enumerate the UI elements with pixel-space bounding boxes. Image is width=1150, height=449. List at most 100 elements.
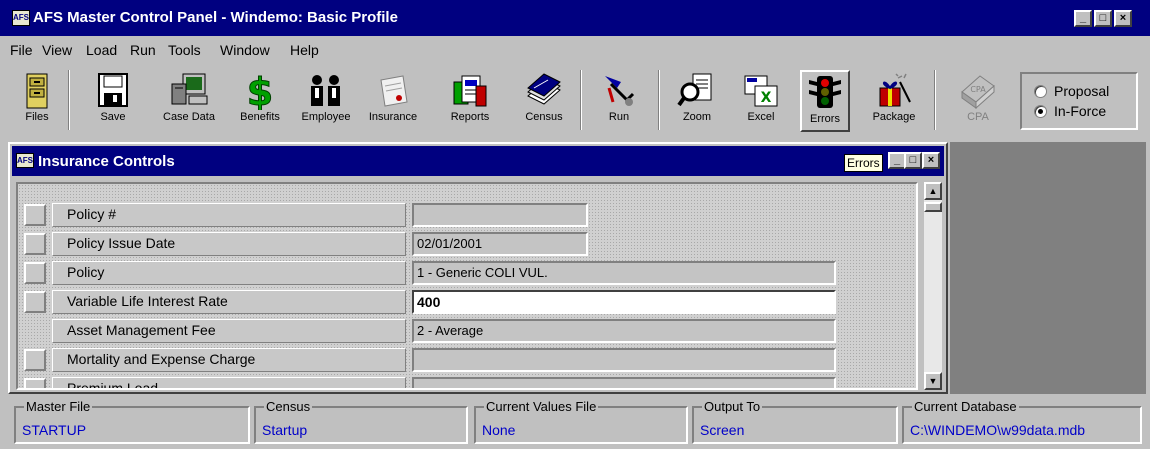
zoom-magnifier-icon bbox=[677, 73, 712, 107]
zoom-button[interactable]: Zoom bbox=[672, 70, 722, 132]
premium-load-field[interactable] bbox=[412, 377, 836, 388]
toolbar-separator bbox=[580, 70, 582, 130]
status-current-database: Current Database C:\WINDEMO\w99data.mdb bbox=[902, 399, 1142, 444]
policy-number-field[interactable] bbox=[412, 203, 588, 227]
row-selector[interactable] bbox=[24, 233, 46, 255]
grid-row: Asset Management Fee 2 - Average bbox=[18, 316, 916, 345]
row-label: Premium Load bbox=[52, 377, 406, 388]
census-cards-icon bbox=[527, 73, 561, 105]
cpa-label: CPA bbox=[967, 111, 989, 123]
insurance-controls-window: AFS Insurance Controls Errors _ □ × Poli… bbox=[8, 142, 948, 394]
status-census: Census Startup bbox=[254, 399, 468, 444]
dollar-sign-icon: $ bbox=[246, 72, 273, 110]
run-label: Run bbox=[608, 111, 630, 123]
employee-button[interactable]: Employee bbox=[294, 70, 358, 132]
toolbar-separator bbox=[68, 70, 70, 130]
reports-stack-icon bbox=[453, 75, 487, 107]
child-app-logo-icon[interactable]: AFS bbox=[16, 153, 34, 168]
policy-issue-date-field[interactable]: 02/01/2001 bbox=[412, 232, 588, 256]
grid-row: Variable Life Interest Rate 400 bbox=[18, 287, 916, 316]
row-label: Mortality and Expense Charge bbox=[52, 348, 406, 372]
case-data-button[interactable]: Case Data bbox=[154, 70, 224, 132]
menu-run[interactable]: Run bbox=[130, 42, 156, 58]
errors-label: Errors bbox=[810, 113, 840, 125]
in-force-radio-circle[interactable] bbox=[1034, 105, 1047, 118]
policy-field[interactable]: 1 - Generic COLI VUL. bbox=[412, 261, 836, 285]
child-maximize-button[interactable]: □ bbox=[904, 152, 922, 169]
policy-mode-group: Proposal In-Force bbox=[1020, 72, 1138, 130]
run-icon bbox=[605, 76, 635, 106]
status-caption: Master File bbox=[24, 399, 93, 414]
row-selector[interactable] bbox=[24, 204, 46, 226]
files-label: Files bbox=[25, 111, 49, 123]
row-label: Variable Life Interest Rate bbox=[52, 290, 406, 314]
mortality-expense-charge-field[interactable] bbox=[412, 348, 836, 372]
menu-load[interactable]: Load bbox=[86, 42, 117, 58]
proposal-radio-circle[interactable] bbox=[1034, 85, 1047, 98]
app-logo-icon[interactable]: AFS bbox=[12, 10, 30, 26]
package-gift-icon bbox=[879, 73, 911, 107]
window-title: AFS Master Control Panel - Windemo: Basi… bbox=[33, 9, 398, 26]
variable-life-interest-rate-input[interactable]: 400 bbox=[412, 290, 836, 314]
run-button[interactable]: Run bbox=[594, 70, 644, 132]
status-master-file: Master File STARTUP bbox=[14, 399, 250, 444]
insurance-document-icon bbox=[380, 75, 408, 107]
vertical-scrollbar[interactable]: ▲ ▼ bbox=[924, 182, 942, 390]
status-value: Screen bbox=[700, 422, 745, 438]
save-button[interactable]: Save bbox=[88, 70, 138, 132]
row-selector[interactable] bbox=[24, 378, 46, 388]
row-selector[interactable] bbox=[24, 291, 46, 313]
row-label: Policy # bbox=[52, 203, 406, 227]
excel-button[interactable]: X Excel bbox=[736, 70, 786, 132]
status-current-values-file: Current Values File None bbox=[474, 399, 688, 444]
status-output-to: Output To Screen bbox=[692, 399, 898, 444]
menu-tools[interactable]: Tools bbox=[168, 42, 201, 58]
menu-help[interactable]: Help bbox=[290, 42, 319, 58]
scroll-down-arrow-icon[interactable]: ▼ bbox=[924, 372, 942, 390]
census-button[interactable]: Census bbox=[516, 70, 572, 132]
employee-label: Employee bbox=[301, 111, 351, 123]
people-icon bbox=[311, 75, 340, 106]
maximize-button[interactable]: □ bbox=[1094, 10, 1112, 27]
excel-icon: X bbox=[744, 75, 778, 107]
insurance-label: Insurance bbox=[368, 111, 418, 123]
proposal-radio-label: Proposal bbox=[1054, 83, 1110, 99]
census-label: Census bbox=[525, 111, 563, 123]
files-button[interactable]: Files bbox=[12, 70, 62, 132]
insurance-button[interactable]: Insurance bbox=[360, 70, 426, 132]
package-button[interactable]: Package bbox=[864, 70, 924, 132]
insurance-controls-grid: Policy # Policy Issue Date 02/01/2001 Po… bbox=[16, 182, 918, 390]
row-selector[interactable] bbox=[24, 262, 46, 284]
proposal-radio[interactable]: Proposal bbox=[1034, 82, 1134, 102]
row-label: Asset Management Fee bbox=[52, 319, 406, 343]
grid-row: Policy Issue Date 02/01/2001 bbox=[18, 229, 916, 258]
toolbar-separator bbox=[934, 70, 936, 130]
cpa-button[interactable]: CPA CPA bbox=[950, 70, 1006, 132]
errors-button[interactable]: Errors bbox=[800, 70, 850, 132]
toolbar-separator bbox=[658, 70, 660, 130]
svg-text:$: $ bbox=[247, 72, 273, 110]
status-bar: Master File STARTUP Census Startup Curre… bbox=[0, 396, 1150, 449]
status-value: None bbox=[482, 422, 516, 438]
reports-button[interactable]: Reports bbox=[440, 70, 500, 132]
benefits-button[interactable]: $ Benefits bbox=[230, 70, 290, 132]
menu-window[interactable]: Window bbox=[220, 42, 270, 58]
scroll-up-arrow-icon[interactable]: ▲ bbox=[924, 182, 942, 200]
status-value: C:\WINDEMO\w99data.mdb bbox=[910, 422, 1086, 438]
asset-management-fee-field[interactable]: 2 - Average bbox=[412, 319, 836, 343]
case-data-label: Case Data bbox=[163, 111, 215, 123]
in-force-radio-label: In-Force bbox=[1054, 103, 1107, 119]
zoom-label: Zoom bbox=[682, 111, 712, 123]
toolbar: Files Save Case Data $ Benefits Employee… bbox=[8, 66, 1144, 136]
in-force-radio[interactable]: In-Force bbox=[1034, 102, 1134, 122]
minimize-button[interactable]: _ bbox=[1074, 10, 1092, 27]
case-data-computer-icon bbox=[171, 73, 208, 105]
close-button[interactable]: × bbox=[1114, 10, 1132, 27]
scroll-thumb[interactable] bbox=[924, 202, 942, 212]
menu-view[interactable]: View bbox=[42, 42, 72, 58]
menu-file[interactable]: File bbox=[10, 42, 33, 58]
reports-label: Reports bbox=[450, 111, 490, 123]
files-cabinet-icon bbox=[26, 73, 48, 109]
child-close-button[interactable]: × bbox=[922, 152, 940, 169]
row-selector[interactable] bbox=[24, 349, 46, 371]
